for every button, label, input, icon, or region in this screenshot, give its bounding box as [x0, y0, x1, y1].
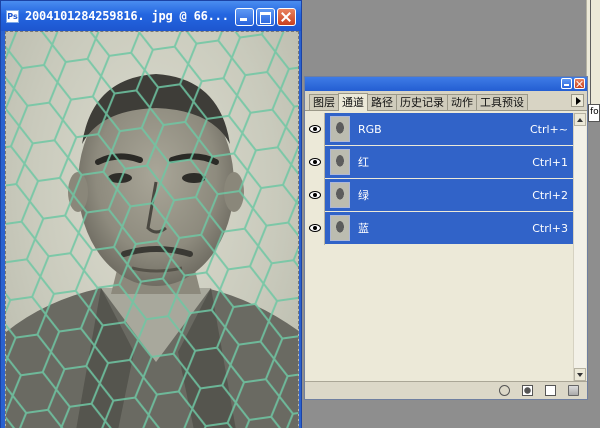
channel-row-green[interactable]: 绿 Ctrl+2 — [305, 178, 574, 212]
load-selection-icon[interactable] — [499, 385, 510, 396]
scroll-up-button[interactable] — [574, 113, 586, 126]
background-divider — [590, 0, 591, 106]
document-title: 2004101284259816. jpg @ 66... — [25, 9, 229, 23]
new-channel-icon[interactable] — [545, 385, 556, 396]
panel-titlebar[interactable] — [305, 77, 587, 91]
minimize-button[interactable] — [235, 8, 254, 26]
panel-menu-button[interactable] — [571, 94, 584, 107]
channel-row-blue[interactable]: 蓝 Ctrl+3 — [305, 211, 574, 245]
tab-paths[interactable]: 路径 — [367, 94, 397, 110]
photoshop-doc-icon: Ps — [6, 9, 19, 23]
visibility-eye-icon[interactable] — [305, 211, 325, 245]
scroll-down-button[interactable] — [574, 368, 586, 381]
document-titlebar[interactable]: Ps 2004101284259816. jpg @ 66... — [1, 1, 301, 31]
tab-tool-presets[interactable]: 工具预设 — [476, 94, 528, 110]
channel-thumbnail — [330, 215, 350, 241]
tab-history[interactable]: 历史记录 — [396, 94, 448, 110]
panel-minimize-button[interactable] — [561, 78, 572, 89]
tab-actions[interactable]: 动作 — [447, 94, 477, 110]
tab-channels[interactable]: 通道 — [338, 93, 368, 111]
visibility-eye-icon[interactable] — [305, 145, 325, 179]
save-selection-icon[interactable] — [522, 385, 533, 396]
channel-list-scrollbar[interactable] — [573, 113, 586, 381]
panel-tabbar: 图层 通道 路径 历史记录 动作 工具预设 — [305, 91, 587, 111]
maximize-button[interactable] — [256, 8, 275, 26]
close-button[interactable] — [277, 8, 296, 26]
channels-panel[interactable]: 图层 通道 路径 历史记录 动作 工具预设 RGB Ctrl+~ 红 Ctrl+… — [304, 76, 588, 400]
channel-row-red[interactable]: 红 Ctrl+1 — [305, 145, 574, 179]
channel-name: 蓝 — [358, 222, 369, 235]
panel-close-button[interactable] — [574, 78, 585, 89]
channel-thumbnail — [330, 182, 350, 208]
channel-thumbnail — [330, 116, 350, 142]
visibility-eye-icon[interactable] — [305, 178, 325, 212]
panel-bottom-toolbar — [305, 381, 587, 399]
background-panel-edge — [586, 0, 600, 106]
delete-channel-icon[interactable] — [568, 385, 579, 396]
tab-layers[interactable]: 图层 — [309, 94, 339, 110]
channel-shortcut: Ctrl+3 — [532, 221, 568, 235]
background-text-fragment: fo — [588, 104, 600, 122]
channel-thumbnail — [330, 149, 350, 175]
channel-shortcut: Ctrl+2 — [532, 188, 568, 202]
channel-list: RGB Ctrl+~ 红 Ctrl+1 绿 Ctrl+2 蓝 Ctrl+3 — [305, 112, 574, 245]
channel-name: 绿 — [358, 189, 369, 202]
channel-name: 红 — [358, 156, 369, 169]
document-window[interactable]: Ps 2004101284259816. jpg @ 66... — [0, 0, 302, 428]
channel-row-rgb[interactable]: RGB Ctrl+~ — [305, 112, 574, 146]
channel-shortcut: Ctrl+1 — [532, 155, 568, 169]
visibility-eye-icon[interactable] — [305, 112, 325, 146]
portrait-photo — [6, 32, 298, 428]
document-canvas[interactable] — [5, 31, 299, 428]
channel-shortcut: Ctrl+~ — [529, 122, 568, 136]
channel-name: RGB — [358, 122, 382, 136]
